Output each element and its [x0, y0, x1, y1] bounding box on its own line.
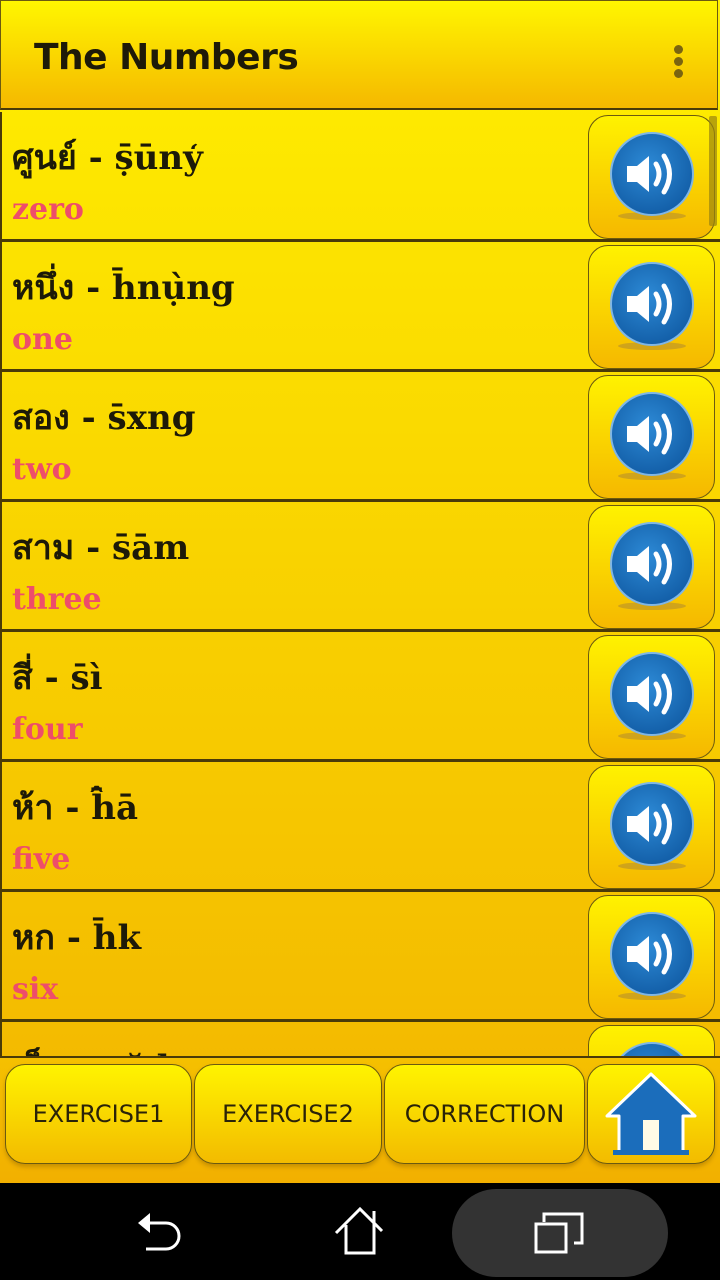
list-item[interactable]: สี่ - s̄ì four: [2, 632, 720, 762]
speaker-icon: [610, 912, 694, 1000]
play-sound-button[interactable]: [588, 765, 715, 889]
list-item[interactable]: หนึ่ง - h̄nụ̀ng one: [2, 242, 720, 372]
speaker-icon: [610, 522, 694, 610]
thai-word: สาม - s̄ām: [12, 528, 190, 568]
list-item[interactable]: หก - h̄k six: [2, 892, 720, 1022]
speaker-icon: [620, 1042, 684, 1056]
exercise1-button[interactable]: EXERCISE1: [5, 1064, 192, 1164]
thai-word: หก - h̄k: [12, 918, 142, 958]
correction-button[interactable]: CORRECTION: [384, 1064, 585, 1164]
home-button[interactable]: [587, 1064, 715, 1164]
thai-word: เจ็ด - cĕd: [12, 1040, 170, 1056]
thai-word: ศูนย์ - ṣ̄ūny̒: [12, 138, 203, 178]
speaker-icon: [610, 262, 694, 350]
thai-word: ห้า - h̄̂ā: [12, 788, 139, 828]
english-word: three: [12, 582, 102, 617]
list-item[interactable]: ศูนย์ - ṣ̄ūny̒ zero: [2, 112, 720, 242]
system-nav-bar: [0, 1183, 720, 1280]
play-sound-button[interactable]: [588, 895, 715, 1019]
home-icon[interactable]: [332, 1203, 388, 1261]
back-icon[interactable]: [132, 1205, 188, 1261]
english-word: four: [12, 712, 83, 747]
thai-word: สี่ - s̄ì: [12, 658, 103, 698]
play-sound-button[interactable]: [588, 245, 715, 369]
play-sound-button[interactable]: [588, 635, 715, 759]
play-sound-button[interactable]: [588, 505, 715, 629]
english-word: two: [12, 452, 72, 487]
more-vert-icon[interactable]: [671, 45, 685, 81]
english-word: one: [12, 322, 73, 357]
list-item[interactable]: ห้า - h̄̂ā five: [2, 762, 720, 892]
play-sound-button[interactable]: [588, 375, 715, 499]
speaker-icon: [610, 132, 694, 220]
numbers-list[interactable]: ศูนย์ - ṣ̄ūny̒ zero หนึ่ง - h̄nụ̀ng one …: [0, 112, 720, 1056]
app-bar: The Numbers: [0, 0, 718, 110]
app-screen: The Numbers ศูนย์ - ṣ̄ūny̒ zero หนึ่ง - …: [0, 0, 720, 1183]
speaker-icon: [610, 782, 694, 870]
play-sound-button[interactable]: [588, 115, 715, 239]
recents-icon[interactable]: [532, 1209, 588, 1259]
play-sound-button[interactable]: [588, 1025, 715, 1056]
thai-word: สอง - s̄xng: [12, 398, 196, 438]
thai-word: หนึ่ง - h̄nụ̀ng: [12, 268, 235, 308]
english-word: five: [12, 842, 71, 877]
english-word: zero: [12, 192, 84, 227]
list-item[interactable]: เจ็ด - cĕd: [2, 1022, 720, 1056]
exercise2-button[interactable]: EXERCISE2: [194, 1064, 382, 1164]
list-item[interactable]: สาม - s̄ām three: [2, 502, 720, 632]
english-word: six: [12, 972, 59, 1007]
page-title: The Numbers: [34, 37, 299, 78]
list-item[interactable]: สอง - s̄xng two: [2, 372, 720, 502]
speaker-icon: [610, 392, 694, 480]
home-icon: [605, 1072, 697, 1155]
bottom-bar: EXERCISE1 EXERCISE2 CORRECTION: [0, 1056, 720, 1183]
speaker-icon: [610, 652, 694, 740]
scrollbar[interactable]: [709, 116, 717, 226]
